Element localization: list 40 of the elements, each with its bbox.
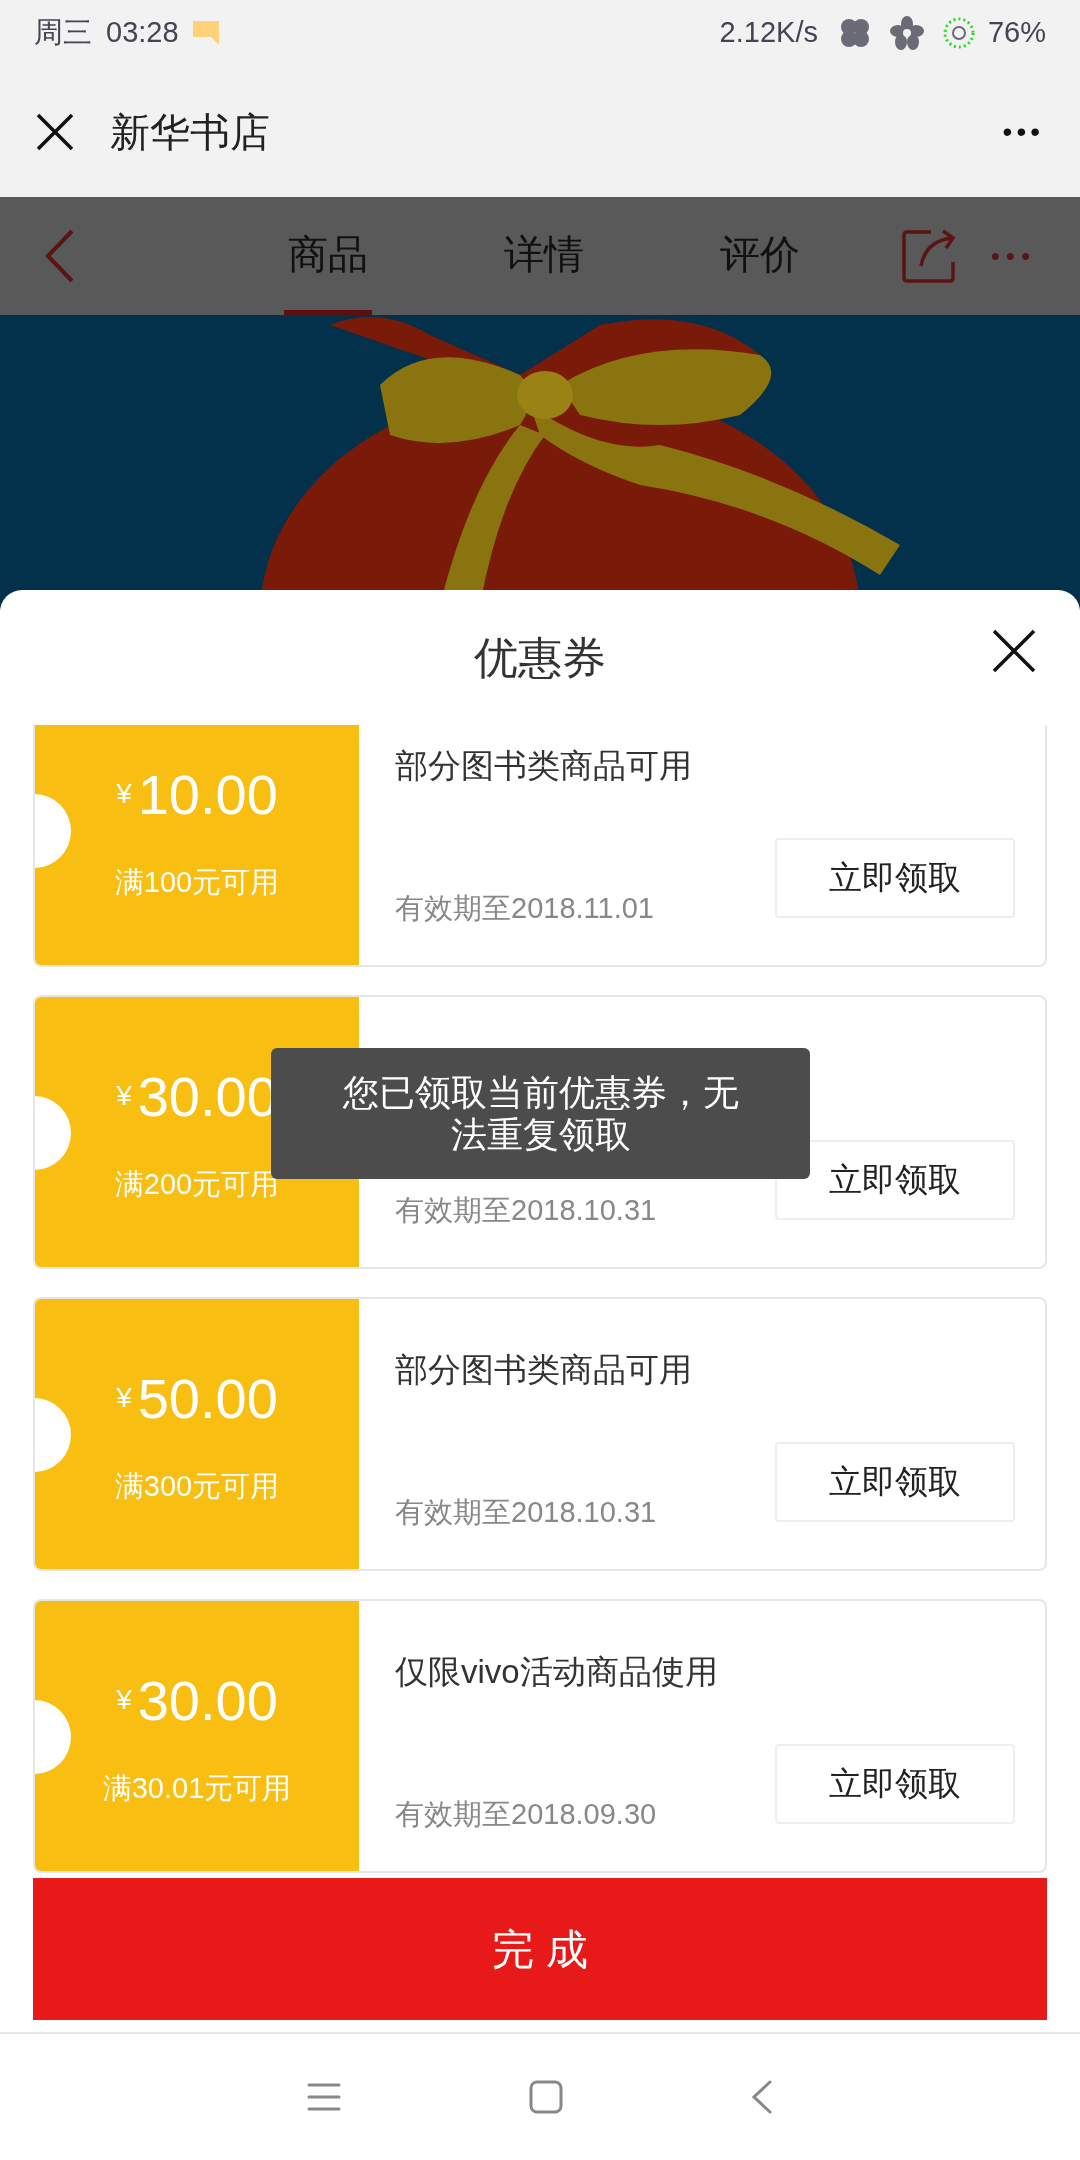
message-icon (192, 21, 219, 45)
status-time: 03:28 (106, 15, 179, 51)
coupon-expiry: 有效期至2018.11.01 (395, 891, 654, 926)
home-icon[interactable] (529, 2080, 563, 2114)
coupon-condition: 满100元可用 (114, 865, 280, 901)
done-button[interactable]: 完 成 (33, 1878, 1047, 2020)
coupon-condition: 满300元可用 (114, 1469, 280, 1505)
more-button[interactable]: ••• (1002, 110, 1044, 153)
network-speed: 2.12K/s (719, 15, 818, 51)
coupon-amount: 50.00 (137, 1367, 278, 1432)
close-icon[interactable] (992, 629, 1036, 673)
sheet-title: 优惠券 (474, 631, 606, 684)
battery-ring-icon (941, 16, 976, 50)
back-icon[interactable] (44, 229, 74, 283)
coupon-condition: 满30.01元可用 (102, 1771, 292, 1807)
coupon-expiry: 有效期至2018.10.31 (395, 1495, 657, 1530)
coupon-expiry: 有效期至2018.10.31 (395, 1193, 657, 1228)
coupon-scope: 部分图书类商品可用 (395, 1350, 692, 1390)
claim-button[interactable]: 立即领取 (775, 1744, 1015, 1824)
coupon-scope: 仅限vivo活动商品使用 (395, 1652, 718, 1692)
toast-message: 您已领取当前优惠券，无法重复领取 (271, 1048, 810, 1179)
back-icon[interactable] (751, 2080, 773, 2114)
claim-button[interactable]: 立即领取 (775, 1140, 1015, 1220)
claim-button[interactable]: 立即领取 (775, 838, 1015, 918)
currency-symbol: ¥ (116, 777, 132, 812)
coupon-expiry: 有效期至2018.09.30 (395, 1797, 657, 1832)
close-icon[interactable] (36, 112, 74, 151)
battery-level: 76% (987, 15, 1046, 51)
coupon-scope: 部分图书类商品可用 (395, 746, 692, 786)
coupon-amount: 10.00 (137, 763, 278, 828)
share-icon[interactable] (900, 228, 957, 284)
currency-symbol: ¥ (116, 1381, 132, 1416)
flower-icon (889, 16, 924, 50)
window-title: 新华书店 (110, 108, 270, 156)
currency-symbol: ¥ (116, 1683, 132, 1718)
status-day: 周三 (34, 11, 92, 55)
menu-icon[interactable] (307, 2082, 341, 2112)
coupon-amount: 30.00 (137, 1669, 278, 1734)
currency-symbol: ¥ (116, 1079, 132, 1114)
claim-button[interactable]: 立即领取 (775, 1442, 1015, 1522)
